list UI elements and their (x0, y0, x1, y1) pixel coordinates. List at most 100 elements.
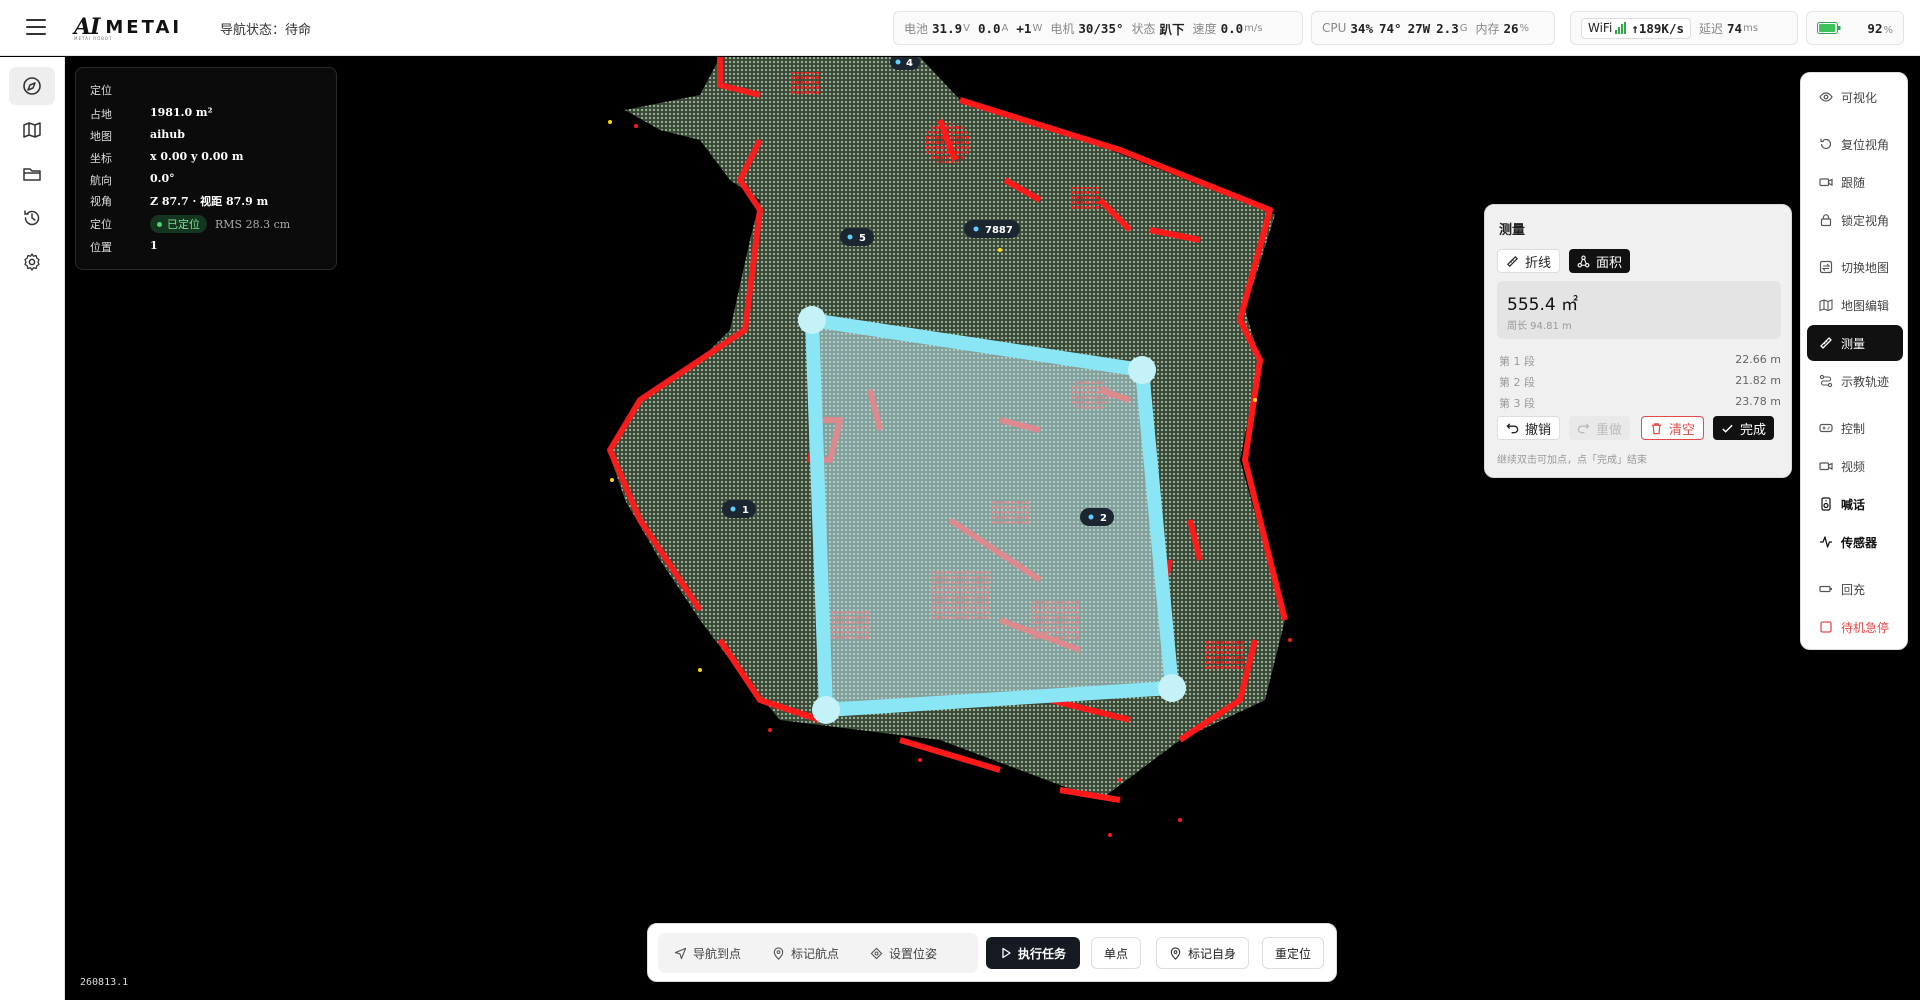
navigation-arrow-icon (674, 947, 687, 959)
mem-label: 内存 (1475, 21, 1500, 36)
measure-vertex[interactable] (812, 696, 840, 724)
wifi-rate: ↑189K/s (1631, 20, 1684, 36)
battery-label: 电池 (904, 21, 929, 36)
localized-badge: 已定位 (150, 215, 207, 233)
tool-panel: 可视化 复位视角 跟随 锁定视角 切换地图 地图编辑 测量 示教轨迹 控制 视频… (1800, 72, 1908, 650)
sidebar-item-settings[interactable] (9, 243, 55, 281)
measure-area-polygon[interactable] (798, 306, 1186, 724)
tool-broadcast[interactable]: 喊话 (1807, 486, 1903, 522)
tool-recharge[interactable]: 回充 (1807, 571, 1903, 607)
sidebar-item-map[interactable] (9, 111, 55, 149)
wifi-signal-icon (1615, 22, 1627, 34)
tool-follow[interactable]: 跟随 (1807, 164, 1903, 200)
tool-video[interactable]: 视频 (1807, 448, 1903, 484)
lock-icon (1820, 214, 1832, 227)
ruler-icon (1820, 337, 1832, 349)
nav-state: 导航状态：待命 (220, 23, 312, 38)
sidebar-item-files[interactable] (9, 155, 55, 193)
speed-value: 0.0 (1220, 20, 1244, 36)
video-icon (1819, 462, 1833, 471)
waypoint-label: 7887 (985, 225, 1013, 236)
route-icon (1819, 374, 1833, 388)
info-row: 坐标 x 0.00 y 0.00 m (90, 150, 244, 165)
map-canvas[interactable]: 4 5 7887 1 2 (65, 57, 1920, 1000)
build-version: 260813.1 (80, 977, 129, 988)
waypoint-marker[interactable]: 7887 (964, 220, 1020, 238)
tool-teach-route[interactable]: 示教轨迹 (1807, 363, 1903, 399)
waypoint-label: 1 (742, 505, 749, 516)
menu-icon[interactable] (26, 19, 46, 35)
action-bar: 导航到点 标记航点 设置位姿 执行任务 单点 标记自身 重定位 (647, 923, 1337, 982)
localization-title: 定位 (90, 84, 112, 97)
tool-visualize[interactable]: 可视化 (1807, 79, 1903, 115)
switch-map-icon (1819, 260, 1833, 274)
logo-name: METAI (105, 16, 183, 38)
done-button[interactable]: 完成 (1713, 416, 1775, 440)
battery-percent: 92 (1867, 20, 1883, 36)
relocate-button[interactable]: 重定位 (1262, 937, 1325, 969)
logo-sub: METAI ROBOT (74, 36, 113, 41)
redo-icon (1577, 422, 1590, 433)
area-icon (1577, 255, 1590, 267)
clear-button[interactable]: 清空 (1641, 416, 1705, 440)
gear-icon (24, 253, 40, 271)
motor-label: 电机 (1050, 21, 1075, 36)
wifi-chip: WiFi ↑189K/s (1581, 17, 1691, 39)
tool-map-edit[interactable]: 地图编辑 (1807, 287, 1903, 323)
tab-area[interactable]: 面积 (1569, 249, 1631, 273)
measure-vertex[interactable] (1158, 674, 1186, 702)
nav-to-point-button[interactable]: 导航到点 (668, 937, 747, 969)
location-pin-icon (1170, 946, 1181, 960)
waypoint-marker[interactable]: 1 (722, 500, 756, 518)
battery-voltage: 31.9 (932, 20, 963, 36)
cpu-temp: 74° (1378, 20, 1402, 36)
sidebar-item-navigate[interactable] (9, 67, 55, 105)
tool-sensors[interactable]: 传感器 (1807, 524, 1903, 560)
map-pin-icon (773, 946, 784, 960)
info-row: 视角 Z 87.7 · 视距 87.9 m (90, 195, 269, 208)
segment-row: 第 2 段 21.82 m (1499, 374, 1781, 389)
tool-measure[interactable]: 测量 (1807, 325, 1903, 361)
reset-icon (1820, 138, 1832, 150)
status-dot-icon (157, 221, 162, 227)
tool-lock-view[interactable]: 锁定视角 (1807, 202, 1903, 238)
waypoint-marker[interactable]: 5 (840, 228, 874, 246)
wifi-label: WiFi (1588, 21, 1613, 35)
battery-status: 92% (1806, 11, 1904, 45)
mem-usage: 26 (1503, 20, 1519, 36)
sidebar-item-history[interactable] (9, 199, 55, 237)
camera-icon (1819, 178, 1833, 187)
info-row: 航向 0.0° (90, 172, 175, 187)
execute-task-button[interactable]: 执行任务 (986, 937, 1081, 969)
set-pose-button[interactable]: 设置位姿 (864, 937, 943, 969)
measure-panel: 测量 折线 面积 555.4 ㎡ 周长 94.81 m 第 1 段 22.66 m… (1484, 204, 1792, 478)
mark-self-button[interactable]: 标记自身 (1156, 937, 1250, 969)
segment-row: 第 3 段 23.78 m (1499, 395, 1781, 410)
top-bar: AI METAI METAI ROBOT 导航状态：待命 电池 31.9 V 0.… (0, 0, 1920, 56)
map-icon (23, 122, 41, 138)
area-result: 555.4 ㎡ 周长 94.81 m (1497, 281, 1781, 339)
history-icon (24, 210, 40, 226)
waypoint-marker[interactable]: 2 (1080, 508, 1114, 526)
cpu-freq: 2.3 (1436, 20, 1459, 36)
waypoint-marker[interactable]: 4 (890, 57, 920, 70)
eye-icon (1819, 92, 1833, 102)
ruler-icon (1507, 255, 1518, 267)
point-cloud-map[interactable]: 4 5 7887 1 2 (65, 57, 1920, 1000)
single-point-button[interactable]: 单点 (1091, 937, 1142, 969)
cpu-label: CPU (1322, 21, 1347, 35)
redo-button[interactable]: 重做 (1569, 416, 1631, 440)
measure-vertex[interactable] (798, 306, 826, 334)
tab-polyline[interactable]: 折线 (1497, 249, 1561, 273)
mark-waypoint-button[interactable]: 标记航点 (766, 937, 845, 969)
tool-emergency-stop[interactable]: 待机急停 (1807, 609, 1903, 645)
undo-button[interactable]: 撤销 (1497, 416, 1561, 440)
pulse-icon (1820, 536, 1832, 548)
perimeter-value: 周长 94.81 m (1507, 321, 1572, 332)
segment-row: 第 1 段 22.66 m (1499, 353, 1781, 368)
measure-vertex[interactable] (1128, 356, 1156, 384)
tool-control[interactable]: 控制 (1807, 410, 1903, 446)
tool-switch-map[interactable]: 切换地图 (1807, 249, 1903, 285)
tool-reset-view[interactable]: 复位视角 (1807, 126, 1903, 162)
info-row-localized: 定位 已定位 RMS 28.3 cm (90, 215, 290, 233)
